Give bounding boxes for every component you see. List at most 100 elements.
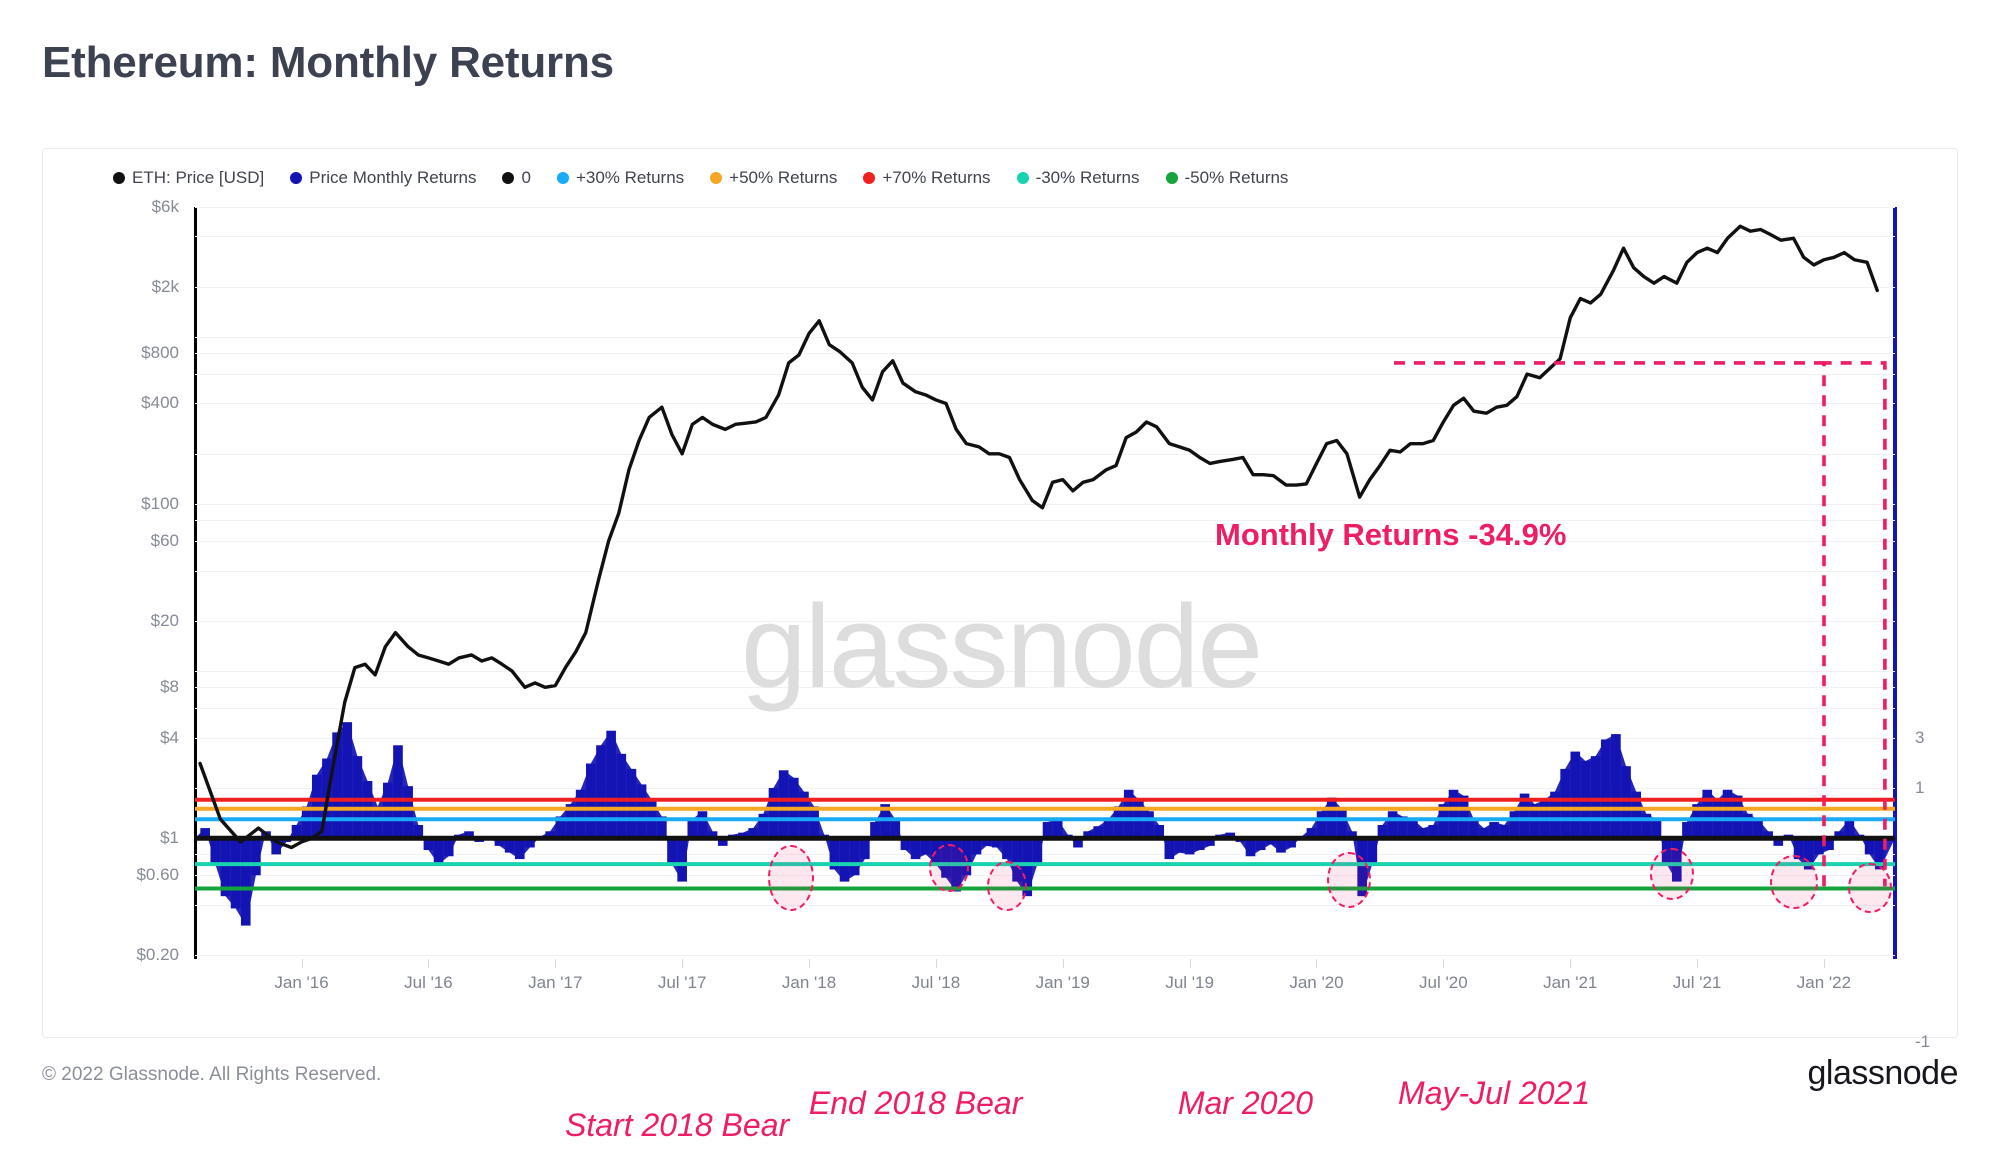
returns-bar: [1702, 789, 1713, 839]
returns-bar: [677, 838, 687, 882]
legend-swatch-icon: [502, 172, 515, 184]
returns-bar: [352, 756, 363, 839]
y-axis-tick-label: $8: [160, 677, 179, 697]
legend-swatch-icon: [1016, 172, 1029, 184]
y-axis-tick-label: $100: [141, 494, 179, 514]
x-axis-tick-label: Jan '19: [1035, 973, 1090, 992]
x-axis-tick-mark: [428, 959, 430, 968]
y-axis-tick-label: $60: [150, 531, 179, 551]
returns-bar: [1611, 734, 1621, 839]
chart-page: Ethereum: Monthly Returns ETH: Price [US…: [0, 0, 2000, 1152]
annotation-highlight-circle: [1649, 847, 1694, 900]
returns-bar: [596, 745, 606, 839]
y-axis-tick-label: $400: [141, 393, 179, 413]
x-axis-tick-label: Jul '20: [1419, 973, 1468, 992]
x-axis-tick-label: Jul '18: [911, 973, 961, 992]
x-axis-tick-mark: [809, 959, 811, 968]
legend-item-label: -50% Returns: [1184, 168, 1289, 187]
returns-bar: [575, 789, 586, 839]
legend-swatch-icon: [1165, 172, 1178, 184]
returns-bar: [251, 838, 261, 876]
legend-item[interactable]: +30% Returns: [556, 168, 685, 188]
returns-bar: [1570, 751, 1581, 839]
y2-axis-tick-label: -1: [1915, 1032, 1931, 1052]
x-axis-tick-mark: [1697, 959, 1699, 968]
returns-bar: [636, 784, 647, 839]
legend-item[interactable]: 0: [502, 168, 531, 188]
y-axis-tick-label: $6k: [151, 197, 179, 216]
returns-bar: [890, 819, 901, 839]
annotation-may-jul-2021: May-Jul 2021: [1398, 1075, 1591, 1111]
returns-bar: [403, 786, 413, 839]
x-axis-tick-mark: [682, 959, 684, 968]
returns-bar: [626, 768, 637, 839]
x-axis-tick-label: Jul '19: [1165, 973, 1214, 992]
footer-copyright: © 2022 Glassnode. All Rights Reserved.: [42, 1064, 382, 1085]
returns-bar: [514, 838, 525, 860]
plot-wrapper: $6k $2k $800 $400 $100 $60 $20 $8 $4 $1 $0.60 $0.20…: [43, 195, 1959, 1143]
annotation-end-2018-bear: End 2018 Bear: [808, 1085, 1023, 1121]
legend-swatch-icon: [113, 172, 125, 184]
returns-bar: [1509, 811, 1520, 839]
x-axis-tick-label: Jan '17: [528, 973, 583, 992]
x-axis-tick-label: Jul '16: [404, 973, 453, 992]
returns-bar: [1144, 811, 1154, 839]
legend-item[interactable]: Price Monthly Returns: [290, 168, 476, 188]
legend-item[interactable]: +70% Returns: [863, 168, 991, 188]
returns-bar: [1002, 838, 1012, 860]
x-axis-tick-label: Jul '17: [657, 973, 707, 992]
y2-axis-tick-label: 1: [1915, 777, 1925, 797]
returns-bar: [1032, 838, 1043, 865]
legend-item[interactable]: -30% Returns: [1016, 168, 1140, 188]
returns-bar: [849, 838, 860, 876]
x-axis-tick-label: Jan '22: [1796, 973, 1852, 992]
returns-bar: [667, 838, 677, 865]
returns-bar: [687, 819, 698, 839]
legend-swatch-icon: [863, 172, 876, 184]
x-axis-tick-label: Jan '16: [274, 973, 329, 992]
legend-item-label: +30% Returns: [575, 168, 685, 187]
legend-item[interactable]: +50% Returns: [710, 168, 837, 188]
returns-bar: [1621, 766, 1631, 839]
returns-bar: [1337, 808, 1347, 839]
annotation-highlight-circle: [768, 844, 815, 911]
returns-bar: [1448, 789, 1459, 839]
returns-bar: [839, 838, 850, 882]
legend-item-label: +50% Returns: [729, 168, 838, 187]
x-axis-tick-label: Jan '21: [1543, 973, 1598, 992]
returns-bars: [195, 722, 1895, 926]
chart-legend: ETH: Price [USD] Price Monthly Returns 0 +3…: [113, 163, 1314, 193]
returns-bar: [1316, 811, 1327, 839]
returns-bar: [1387, 811, 1398, 839]
annotation-headline: Monthly Returns -34.9%: [1215, 517, 1567, 552]
annotation-highlight-circle: [1327, 851, 1372, 908]
annotation-highlight-circle: [928, 843, 969, 892]
x-axis-tick-label: Jan '20: [1289, 973, 1344, 992]
legend-item[interactable]: ETH: Price [USD]: [113, 168, 264, 188]
returns-bar: [1844, 819, 1855, 839]
returns-bar: [1651, 819, 1662, 839]
legend-item-label: ETH: Price [USD]: [132, 168, 265, 187]
returns-bar: [443, 838, 454, 857]
y-axis-tick-label: $4: [160, 727, 179, 747]
annotation-mar-2020: Mar 2020: [1177, 1085, 1314, 1121]
chart-canvas: [195, 224, 1895, 926]
returns-bar: [697, 811, 708, 839]
returns-bar: [210, 838, 221, 865]
x-axis-tick-mark: [555, 959, 557, 968]
legend-item[interactable]: -50% Returns: [1165, 168, 1289, 188]
returns-bar: [809, 806, 819, 839]
legend-swatch-icon: [710, 172, 723, 184]
returns-bar: [1468, 819, 1479, 839]
legend-item-label: 0: [521, 168, 531, 187]
legend-swatch-icon: [556, 172, 569, 184]
returns-bar: [1458, 795, 1469, 839]
returns-bar: [1560, 768, 1570, 839]
x-axis-tick-mark: [1316, 959, 1318, 968]
x-axis-tick-label: Jul '21: [1672, 973, 1722, 992]
y-axis-tick-label: $1: [160, 828, 179, 848]
plot-area: [195, 207, 1895, 955]
returns-bar: [1245, 838, 1256, 857]
annotation-highlight-circle: [1769, 854, 1818, 909]
returns-bar: [393, 745, 403, 839]
